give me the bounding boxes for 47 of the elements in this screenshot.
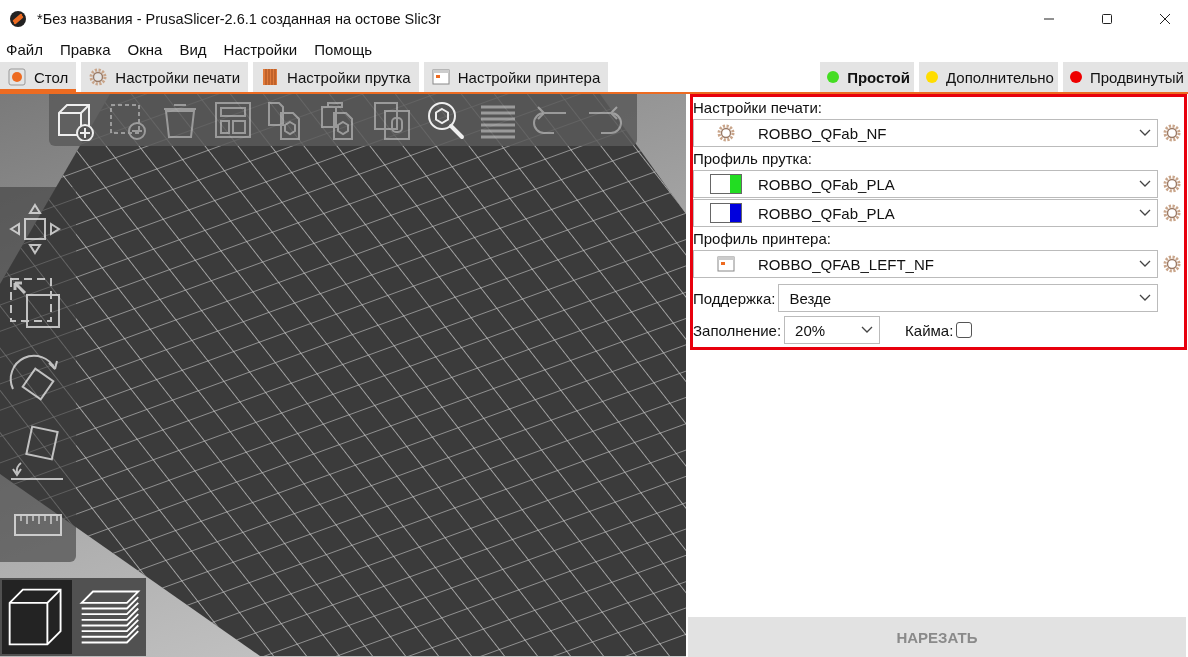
cube-icon[interactable] bbox=[2, 580, 72, 654]
gear-icon bbox=[89, 68, 108, 86]
preset-dropdown[interactable]: ROBBO_QFAB_LEFT_NF bbox=[693, 250, 1158, 278]
dropdown-caret-icon bbox=[1139, 209, 1151, 217]
section-label: Профиль прутка: bbox=[693, 149, 813, 169]
tab[interactable]: Настройки прутка bbox=[253, 62, 419, 92]
app-logo-icon bbox=[9, 9, 27, 28]
tab[interactable]: Настройки печати bbox=[81, 62, 249, 92]
tab[interactable]: Настройки принтера bbox=[423, 62, 609, 92]
settings-gear-icon[interactable] bbox=[1163, 124, 1181, 142]
dropdown-caret-icon bbox=[1139, 260, 1151, 268]
dropdown-caret-icon bbox=[861, 326, 874, 334]
tab[interactable]: Стол bbox=[0, 62, 77, 92]
infill-dropdown[interactable]: 20% bbox=[784, 316, 881, 344]
dropdown-caret-icon bbox=[1139, 294, 1151, 302]
menu-item[interactable]: Вид bbox=[179, 40, 207, 58]
printer-icon bbox=[717, 255, 735, 273]
settings-gear-icon[interactable] bbox=[1163, 204, 1181, 222]
printer-icon bbox=[431, 68, 450, 86]
mode-button[interactable]: Дополнительно bbox=[918, 62, 1058, 92]
menu-item[interactable]: Окна bbox=[127, 40, 163, 58]
brim-checkbox[interactable] bbox=[956, 322, 973, 338]
plate-icon bbox=[8, 68, 26, 86]
settings-gear-icon[interactable] bbox=[1163, 175, 1181, 193]
settings-gear-icon[interactable] bbox=[1163, 255, 1181, 273]
close-icon bbox=[1159, 12, 1171, 25]
section-label: Настройки печати: bbox=[693, 98, 823, 118]
field-label: Поддержка: bbox=[693, 289, 776, 307]
field-label: Заполнение: bbox=[693, 321, 782, 339]
section-label: Профиль принтера: bbox=[693, 229, 832, 249]
preset-dropdown[interactable]: ROBBO_QFab_PLA bbox=[693, 199, 1158, 227]
mode-button[interactable]: Простой bbox=[820, 62, 914, 92]
spool-icon bbox=[261, 68, 280, 86]
preset-dropdown[interactable]: ROBBO_QFab_NF bbox=[693, 119, 1158, 147]
field-label: Кайма: bbox=[905, 321, 954, 339]
menu-item[interactable]: Правка bbox=[59, 40, 111, 58]
preset-dropdown[interactable]: ROBBO_QFab_PLA bbox=[693, 170, 1158, 198]
support-dropdown[interactable]: Везде bbox=[778, 284, 1158, 312]
menu-item[interactable]: Настройки bbox=[223, 40, 298, 58]
dropdown-caret-icon bbox=[1139, 129, 1151, 137]
mode-button[interactable]: Продвинутый bbox=[1062, 62, 1188, 92]
window-title: *Без названия - PrusaSlicer-2.6.1 созданная на остове Slic3r bbox=[37, 10, 442, 27]
maximize-icon bbox=[1101, 12, 1113, 25]
menu-item[interactable]: Помощь bbox=[314, 40, 373, 58]
gear-icon bbox=[717, 124, 735, 142]
menu-item[interactable]: Файл bbox=[6, 40, 43, 58]
dropdown-caret-icon bbox=[1139, 180, 1151, 188]
